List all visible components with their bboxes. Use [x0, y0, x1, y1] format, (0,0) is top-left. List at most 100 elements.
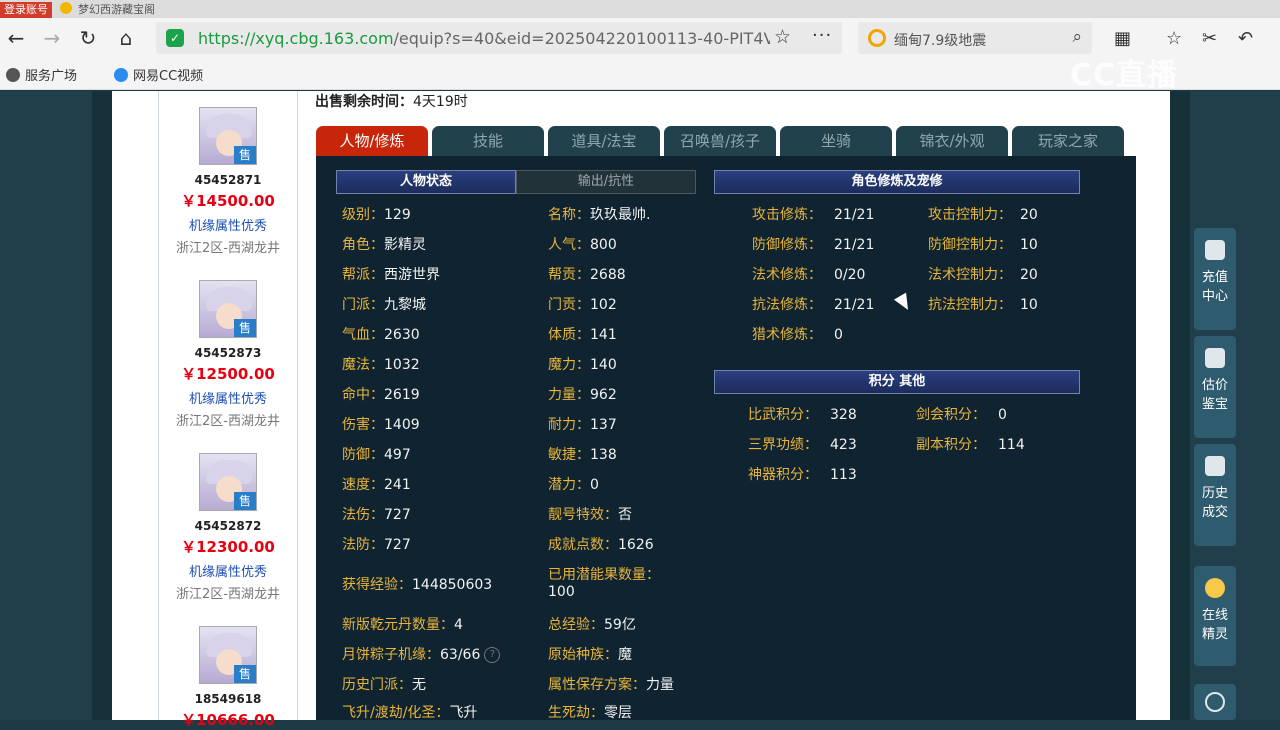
stat-hp: 气血：2630 — [342, 327, 420, 343]
stat-mp: 魔法：1032 — [342, 357, 420, 373]
bookmark-label: 服务广场 — [25, 69, 78, 84]
reload-icon[interactable]: ↻ — [72, 18, 104, 58]
stat-qianyuan: 新版乾元丹数量：4 — [342, 617, 463, 633]
favorites-icon[interactable]: ☆ — [1166, 28, 1182, 49]
more-icon[interactable]: ··· — [812, 25, 832, 46]
sold-badge: 售 — [234, 665, 256, 683]
bookmark-star-icon[interactable]: ☆ — [774, 26, 791, 48]
character-avatar[interactable]: 售 — [199, 453, 257, 511]
back-icon[interactable]: ← — [0, 18, 32, 58]
listing-card[interactable]: 售 45452871 ￥14500.00 机缘属性优秀 浙江2区-西湖龙井 — [159, 107, 297, 256]
search-icon[interactable]: ⌕ — [1072, 27, 1082, 47]
stat-experience: 获得经验：144850603 — [342, 577, 493, 593]
url-path: /equip?s=40&eid=202504220100113-40-PIT4V… — [393, 29, 770, 48]
headset-icon — [1205, 692, 1225, 712]
stat-role: 角色：影精灵 — [342, 237, 426, 253]
stat-defense: 防御：497 — [342, 447, 411, 463]
stat-magic-damage: 法伤：727 — [342, 507, 411, 523]
listing-price: ￥12500.00 — [181, 365, 275, 383]
listing-tag[interactable]: 机缘属性优秀 — [159, 388, 297, 407]
listing-card[interactable]: 售 45452873 ￥12500.00 机缘属性优秀 浙江2区-西湖龙井 — [159, 280, 297, 429]
forward-icon[interactable]: → — [36, 18, 68, 58]
tab-strip: 登录账号 梦幻西游藏宝阁 — [0, 0, 1280, 18]
sold-badge: 售 — [234, 319, 256, 337]
tab-appearance[interactable]: 锦衣/外观 — [896, 126, 1008, 156]
stat-strength: 力量：962 — [548, 387, 617, 403]
cult-magic: 法术修炼： 0/20 — [752, 267, 866, 283]
cult-attack: 攻击修炼： 21/21 — [752, 207, 875, 223]
tab-character[interactable]: 人物/修炼 — [316, 126, 428, 156]
header-status[interactable]: 人物状态 — [336, 170, 516, 194]
stat-popularity: 人气：800 — [548, 237, 617, 253]
cut-icon[interactable]: ✂ — [1202, 28, 1217, 49]
address-bar[interactable]: ✓ https://xyq.cbg.163.com/equip?s=40&eid… — [156, 22, 842, 54]
undo-icon[interactable]: ↶ — [1238, 28, 1253, 49]
header-cultivation: 角色修炼及宠修 — [714, 170, 1080, 194]
tab-skills[interactable]: 技能 — [432, 126, 544, 156]
assistant-avatar-icon — [1205, 578, 1225, 598]
ctrl-resist: 抗法控制力： 10 — [928, 297, 1038, 313]
login-badge[interactable]: 登录账号 — [0, 2, 52, 18]
listing-server: 浙江2区-西湖龙井 — [176, 241, 280, 256]
points-pvp: 比武积分： 328 — [748, 407, 857, 423]
cult-resist: 抗法修炼： 21/21 — [752, 297, 875, 313]
ctrl-defense: 防御控制力： 10 — [928, 237, 1038, 253]
listing-id: 45452872 — [194, 519, 262, 533]
points-dungeon: 副本积分： 114 — [916, 437, 1025, 453]
stat-guild: 帮派：西游世界 — [342, 267, 440, 283]
sale-time-left: 出售剩余时间：4天19时 — [315, 91, 468, 111]
character-avatar[interactable]: 售 — [199, 107, 257, 165]
listing-price: ￥14500.00 — [181, 192, 275, 210]
sale-time-value: 4天19时 — [413, 94, 468, 110]
stat-agility: 敏捷：138 — [548, 447, 617, 463]
sold-badge: 售 — [234, 146, 256, 164]
stat-school-contrib: 门贡：102 — [548, 297, 617, 313]
character-avatar[interactable]: 售 — [199, 626, 257, 684]
header-points: 积分 其他 — [714, 370, 1080, 394]
stat-hit: 命中：2619 — [342, 387, 420, 403]
listing-id: 45452873 — [194, 346, 262, 360]
stat-level: 级别：129 — [342, 207, 411, 223]
history-button[interactable]: 历史 成交 — [1194, 444, 1236, 546]
recharge-button[interactable]: 充值 中心 — [1194, 228, 1236, 330]
character-avatar[interactable]: 售 — [199, 280, 257, 338]
search-text[interactable]: 缅甸7.9级地震 — [894, 30, 986, 50]
header-output[interactable]: 输出/抗性 — [516, 170, 696, 194]
stat-potential-fruit: 已用潜能果数量： 100 — [548, 567, 660, 600]
listing-tag[interactable]: 机缘属性优秀 — [159, 215, 297, 234]
stat-constitution: 体质：141 — [548, 327, 617, 343]
page-background: 售 45452871 ￥14500.00 机缘属性优秀 浙江2区-西湖龙井 售 … — [0, 91, 1280, 729]
tab-home[interactable]: 玩家之家 — [1012, 126, 1124, 156]
stat-achievement: 成就点数：1626 — [548, 537, 654, 553]
home-icon[interactable]: ⌂ — [110, 18, 142, 58]
stat-damage: 伤害：1409 — [342, 417, 420, 433]
tab-pets[interactable]: 召唤兽/孩子 — [664, 126, 776, 156]
appraise-icon — [1205, 348, 1225, 368]
help-icon[interactable]: ? — [484, 647, 501, 663]
listing-card[interactable]: 售 45452872 ￥12300.00 机缘属性优秀 浙江2区-西湖龙井 — [159, 453, 297, 602]
appraise-button[interactable]: 估价 鉴宝 — [1194, 336, 1236, 438]
tab-title[interactable]: 梦幻西游藏宝阁 — [78, 1, 155, 17]
stat-potential: 潜力：0 — [548, 477, 599, 493]
cult-defense: 防御修炼： 21/21 — [752, 237, 875, 253]
wallet-icon — [1205, 240, 1225, 260]
tab-items[interactable]: 道具/法宝 — [548, 126, 660, 156]
url-text[interactable]: https://xyq.cbg.163.com/equip?s=40&eid=2… — [198, 29, 770, 48]
stat-ascension: 飞升/渡劫/化圣：飞升 — [342, 705, 478, 721]
headset-button[interactable] — [1194, 684, 1236, 720]
search-box[interactable]: 缅甸7.9级地震 ⌕ — [858, 22, 1092, 54]
points-merit: 三界功绩： 423 — [748, 437, 857, 453]
stat-race: 原始种族：魔 — [548, 647, 632, 663]
stat-attr-plan: 属性保存方案：力量 — [548, 677, 674, 693]
stat-name: 名称：玖玖最帅. — [548, 207, 651, 223]
cc-logo-icon — [114, 67, 128, 82]
bookmark-cc[interactable]: 网易CC视频 — [114, 65, 203, 84]
tab-mounts[interactable]: 坐骑 — [780, 126, 892, 156]
bookmark-service[interactable]: 服务广场 — [6, 65, 77, 84]
apps-grid-icon[interactable]: ▦ — [1114, 28, 1131, 49]
detail-panel: 人物状态 输出/抗性 角色修炼及宠修 积分 其他 级别：129 角色：影精灵 帮… — [316, 156, 1136, 721]
online-assistant-button[interactable]: 在线 精灵 — [1194, 566, 1236, 666]
listing-id: 18549618 — [194, 692, 262, 706]
listing-card[interactable]: 售 18549618 ￥10666.00 — [159, 626, 297, 730]
listing-tag[interactable]: 机缘属性优秀 — [159, 561, 297, 580]
